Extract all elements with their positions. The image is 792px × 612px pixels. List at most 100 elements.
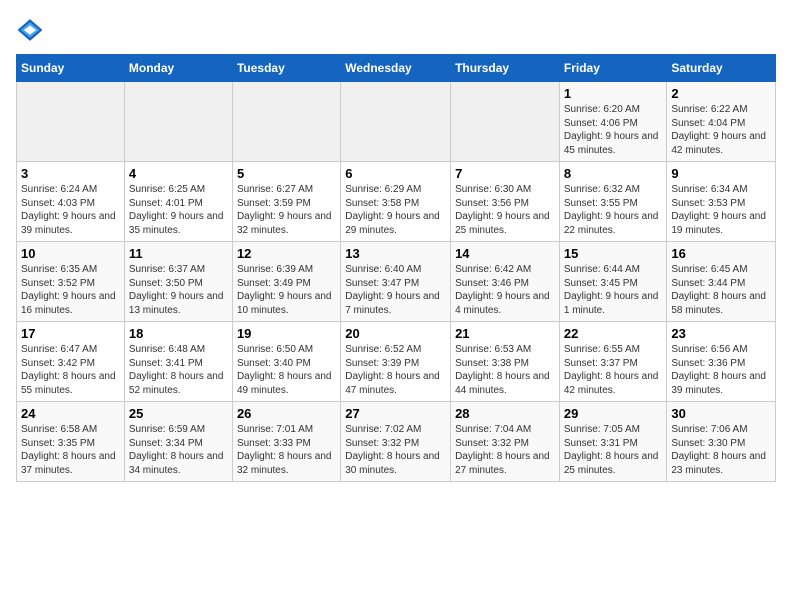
day-info: Sunrise: 6:45 AMSunset: 3:44 PMDaylight:…: [671, 263, 771, 317]
day-number: 6: [345, 166, 446, 181]
day-number: 15: [564, 246, 663, 261]
day-number: 5: [237, 166, 336, 181]
calendar-cell: 14Sunrise: 6:42 AMSunset: 3:46 PMDayligh…: [451, 242, 560, 322]
day-number: 28: [455, 406, 555, 421]
calendar-week-row: 17Sunrise: 6:47 AMSunset: 3:42 PMDayligh…: [17, 322, 776, 402]
calendar-header-row: SundayMondayTuesdayWednesdayThursdayFrid…: [17, 55, 776, 82]
page-header: [16, 16, 776, 44]
day-info: Sunrise: 6:37 AMSunset: 3:50 PMDaylight:…: [129, 263, 228, 317]
weekday-header-friday: Friday: [559, 55, 667, 82]
weekday-header-thursday: Thursday: [451, 55, 560, 82]
weekday-header-wednesday: Wednesday: [341, 55, 451, 82]
day-number: 2: [671, 86, 771, 101]
day-number: 3: [21, 166, 120, 181]
logo: [16, 16, 48, 44]
day-number: 30: [671, 406, 771, 421]
calendar-cell: 23 Sunrise: 6:56 AMSunset: 3:36 PMDayligh…: [667, 322, 776, 402]
day-number: 8: [564, 166, 663, 181]
day-number: 22: [564, 326, 663, 341]
day-number: 21: [455, 326, 555, 341]
day-number: 19: [237, 326, 336, 341]
day-info: Sunrise: 6:35 AMSunset: 3:52 PMDaylight:…: [21, 263, 120, 317]
day-info: Sunrise: 6:40 AMSunset: 3:47 PMDaylight:…: [345, 263, 446, 317]
day-info: Sunrise: 6:27 AMSunset: 3:59 PMDaylight:…: [237, 183, 336, 237]
calendar-cell: 10Sunrise: 6:35 AMSunset: 3:52 PMDayligh…: [17, 242, 125, 322]
calendar-week-row: 10Sunrise: 6:35 AMSunset: 3:52 PMDayligh…: [17, 242, 776, 322]
calendar-cell: 12Sunrise: 6:39 AMSunset: 3:49 PMDayligh…: [232, 242, 340, 322]
day-info: Sunrise: 7:04 AMSunset: 3:32 PMDaylight:…: [455, 423, 555, 477]
calendar-cell: [451, 82, 560, 162]
calendar-cell: 4 Sunrise: 6:25 AMSunset: 4:01 PMDaylight…: [124, 162, 232, 242]
calendar-cell: 21 Sunrise: 6:53 AMSunset: 3:38 PMDayligh…: [451, 322, 560, 402]
day-info: Sunrise: 6:25 AMSunset: 4:01 PMDaylight:…: [129, 183, 228, 237]
day-info: Sunrise: 6:48 AMSunset: 3:41 PMDaylight:…: [129, 343, 228, 397]
calendar-cell: 19Sunrise: 6:50 AMSunset: 3:40 PMDayligh…: [232, 322, 340, 402]
calendar-cell: 17Sunrise: 6:47 AMSunset: 3:42 PMDayligh…: [17, 322, 125, 402]
weekday-header-sunday: Sunday: [17, 55, 125, 82]
calendar-cell: 13 Sunrise: 6:40 AMSunset: 3:47 PMDayligh…: [341, 242, 451, 322]
weekday-header-saturday: Saturday: [667, 55, 776, 82]
day-info: Sunrise: 7:01 AMSunset: 3:33 PMDaylight:…: [237, 423, 336, 477]
day-info: Sunrise: 6:58 AMSunset: 3:35 PMDaylight:…: [21, 423, 120, 477]
day-number: 1: [564, 86, 663, 101]
weekday-header-monday: Monday: [124, 55, 232, 82]
day-info: Sunrise: 6:24 AMSunset: 4:03 PMDaylight:…: [21, 183, 120, 237]
calendar-cell: 27 Sunrise: 7:02 AMSunset: 3:32 PMDayligh…: [341, 402, 451, 482]
day-info: Sunrise: 6:39 AMSunset: 3:49 PMDaylight:…: [237, 263, 336, 317]
calendar-cell: 9 Sunrise: 6:34 AMSunset: 3:53 PMDaylight…: [667, 162, 776, 242]
calendar-body: 1 Sunrise: 6:20 AMSunset: 4:06 PMDaylight…: [17, 82, 776, 482]
day-number: 20: [345, 326, 446, 341]
calendar-cell: 8 Sunrise: 6:32 AMSunset: 3:55 PMDaylight…: [559, 162, 667, 242]
day-info: Sunrise: 6:34 AMSunset: 3:53 PMDaylight:…: [671, 183, 771, 237]
day-number: 11: [129, 246, 228, 261]
day-info: Sunrise: 6:59 AMSunset: 3:34 PMDaylight:…: [129, 423, 228, 477]
day-number: 23: [671, 326, 771, 341]
day-number: 29: [564, 406, 663, 421]
calendar-cell: [341, 82, 451, 162]
calendar-week-row: 1 Sunrise: 6:20 AMSunset: 4:06 PMDaylight…: [17, 82, 776, 162]
day-number: 27: [345, 406, 446, 421]
calendar-cell: 7Sunrise: 6:30 AMSunset: 3:56 PMDaylight…: [451, 162, 560, 242]
calendar-cell: 5 Sunrise: 6:27 AMSunset: 3:59 PMDaylight…: [232, 162, 340, 242]
calendar-week-row: 24 Sunrise: 6:58 AMSunset: 3:35 PMDayligh…: [17, 402, 776, 482]
calendar-cell: 1 Sunrise: 6:20 AMSunset: 4:06 PMDaylight…: [559, 82, 667, 162]
day-info: Sunrise: 6:56 AMSunset: 3:36 PMDaylight:…: [671, 343, 771, 397]
calendar-table: SundayMondayTuesdayWednesdayThursdayFrid…: [16, 54, 776, 482]
calendar-cell: 25 Sunrise: 6:59 AMSunset: 3:34 PMDayligh…: [124, 402, 232, 482]
day-info: Sunrise: 7:02 AMSunset: 3:32 PMDaylight:…: [345, 423, 446, 477]
day-info: Sunrise: 6:20 AMSunset: 4:06 PMDaylight:…: [564, 103, 663, 157]
day-info: Sunrise: 6:55 AMSunset: 3:37 PMDaylight:…: [564, 343, 663, 397]
calendar-cell: [232, 82, 340, 162]
day-info: Sunrise: 6:47 AMSunset: 3:42 PMDaylight:…: [21, 343, 120, 397]
calendar-cell: 24 Sunrise: 6:58 AMSunset: 3:35 PMDayligh…: [17, 402, 125, 482]
calendar-cell: 28 Sunrise: 7:04 AMSunset: 3:32 PMDayligh…: [451, 402, 560, 482]
day-info: Sunrise: 7:05 AMSunset: 3:31 PMDaylight:…: [564, 423, 663, 477]
day-info: Sunrise: 6:42 AMSunset: 3:46 PMDaylight:…: [455, 263, 555, 317]
calendar-cell: 11 Sunrise: 6:37 AMSunset: 3:50 PMDayligh…: [124, 242, 232, 322]
calendar-cell: 16 Sunrise: 6:45 AMSunset: 3:44 PMDayligh…: [667, 242, 776, 322]
calendar-cell: 15 Sunrise: 6:44 AMSunset: 3:45 PMDayligh…: [559, 242, 667, 322]
calendar-cell: 20Sunrise: 6:52 AMSunset: 3:39 PMDayligh…: [341, 322, 451, 402]
day-number: 26: [237, 406, 336, 421]
calendar-cell: [17, 82, 125, 162]
calendar-cell: 6 Sunrise: 6:29 AMSunset: 3:58 PMDaylight…: [341, 162, 451, 242]
day-number: 25: [129, 406, 228, 421]
day-number: 18: [129, 326, 228, 341]
calendar-cell: 29 Sunrise: 7:05 AMSunset: 3:31 PMDayligh…: [559, 402, 667, 482]
day-info: Sunrise: 6:44 AMSunset: 3:45 PMDaylight:…: [564, 263, 663, 317]
logo-icon: [16, 16, 44, 44]
day-info: Sunrise: 6:32 AMSunset: 3:55 PMDaylight:…: [564, 183, 663, 237]
day-number: 13: [345, 246, 446, 261]
day-info: Sunrise: 6:29 AMSunset: 3:58 PMDaylight:…: [345, 183, 446, 237]
calendar-cell: 30Sunrise: 7:06 AMSunset: 3:30 PMDayligh…: [667, 402, 776, 482]
day-info: Sunrise: 6:22 AMSunset: 4:04 PMDaylight:…: [671, 103, 771, 157]
day-number: 4: [129, 166, 228, 181]
calendar-cell: 18 Sunrise: 6:48 AMSunset: 3:41 PMDayligh…: [124, 322, 232, 402]
day-info: Sunrise: 6:53 AMSunset: 3:38 PMDaylight:…: [455, 343, 555, 397]
day-number: 16: [671, 246, 771, 261]
calendar-cell: 26 Sunrise: 7:01 AMSunset: 3:33 PMDayligh…: [232, 402, 340, 482]
day-number: 9: [671, 166, 771, 181]
day-number: 24: [21, 406, 120, 421]
calendar-cell: 2 Sunrise: 6:22 AMSunset: 4:04 PMDaylight…: [667, 82, 776, 162]
calendar-week-row: 3 Sunrise: 6:24 AMSunset: 4:03 PMDaylight…: [17, 162, 776, 242]
